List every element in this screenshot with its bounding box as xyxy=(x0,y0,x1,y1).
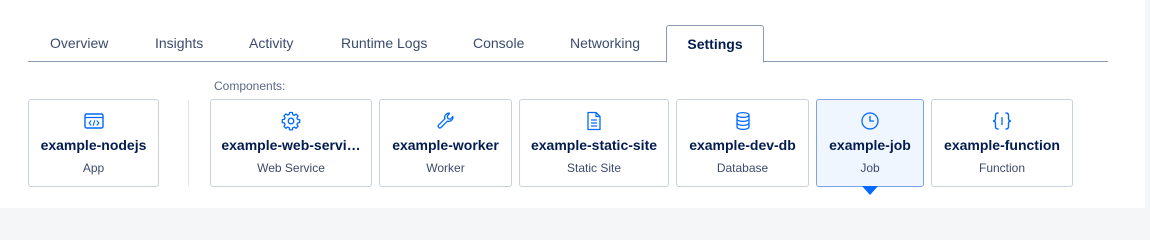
component-card-job[interactable]: example-job Job xyxy=(816,99,924,187)
curly-braces-icon xyxy=(932,111,1072,131)
component-card-static-site[interactable]: example-static-site Static Site xyxy=(519,99,669,187)
components-label: Components: xyxy=(214,79,286,93)
app-card[interactable]: example-nodejs App xyxy=(28,99,159,187)
component-name: example-web-servi… xyxy=(221,137,361,153)
tab-overview[interactable]: Overview xyxy=(50,25,108,62)
tab-bar: Overview Insights Activity Runtime Logs … xyxy=(28,25,1108,63)
component-card-web-service[interactable]: example-web-servi… Web Service xyxy=(210,99,372,187)
code-window-icon xyxy=(29,111,158,131)
wrench-icon xyxy=(380,111,511,131)
component-card-worker[interactable]: example-worker Worker xyxy=(379,99,512,187)
component-type: Database xyxy=(716,161,769,175)
component-name: example-job xyxy=(829,137,911,153)
component-type: Static Site xyxy=(566,161,622,175)
tab-insights[interactable]: Insights xyxy=(155,25,203,62)
app-name: example-nodejs xyxy=(40,137,147,153)
tab-console[interactable]: Console xyxy=(473,25,524,62)
gear-icon xyxy=(211,111,371,131)
app-type: App xyxy=(82,161,105,175)
component-card-function[interactable]: example-function Function xyxy=(931,99,1073,187)
tab-networking[interactable]: Networking xyxy=(570,25,640,62)
component-type: Worker xyxy=(426,161,465,175)
clock-icon xyxy=(817,111,923,131)
tab-activity[interactable]: Activity xyxy=(249,25,293,62)
component-type: Job xyxy=(860,161,880,175)
selected-pointer xyxy=(862,186,878,195)
tab-settings[interactable]: Settings xyxy=(666,25,764,63)
app-settings-panel: Overview Insights Activity Runtime Logs … xyxy=(0,0,1145,208)
component-name: example-function xyxy=(944,137,1060,153)
document-icon xyxy=(520,111,668,131)
component-card-database[interactable]: example-dev-db Database xyxy=(676,99,809,187)
component-name: example-worker xyxy=(392,137,499,153)
tab-runtime-logs[interactable]: Runtime Logs xyxy=(341,25,427,62)
component-type: Function xyxy=(978,161,1026,175)
component-type: Web Service xyxy=(257,161,325,175)
database-icon xyxy=(677,111,808,131)
component-name: example-static-site xyxy=(530,137,658,153)
component-name: example-dev-db xyxy=(689,137,796,153)
divider xyxy=(188,100,189,186)
